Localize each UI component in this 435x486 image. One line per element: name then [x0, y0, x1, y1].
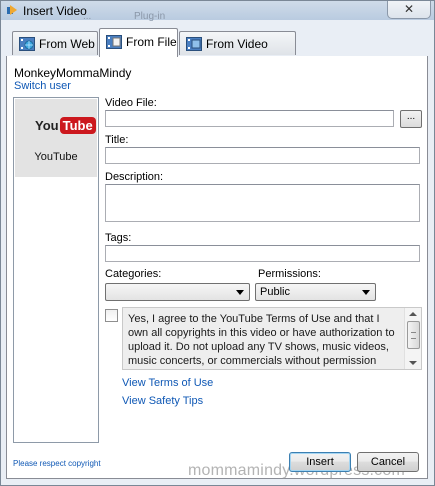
close-button[interactable]: ✕	[387, 1, 431, 19]
insert-button[interactable]: Insert	[289, 452, 351, 472]
title-input[interactable]	[105, 147, 420, 164]
chevron-down-icon	[362, 290, 370, 295]
agree-text: Yes, I agree to the YouTube Terms of Use…	[128, 313, 395, 367]
tags-input[interactable]	[105, 245, 420, 262]
tab-from-video-service[interactable]: From Video Service	[179, 31, 296, 75]
permissions-label: Permissions:	[258, 268, 321, 280]
user-name: MonkeyMommaMindy	[14, 66, 132, 80]
tab-label: From Web	[39, 37, 95, 51]
tab-from-web[interactable]: From Web	[12, 31, 98, 55]
scroll-up-icon[interactable]	[409, 312, 417, 316]
title-bar[interactable]: Insert Video ... Plug-in ✕	[1, 1, 434, 22]
video-file-label: Video File:	[105, 97, 157, 109]
categories-select[interactable]	[105, 283, 250, 301]
youtube-logo: You Tube	[35, 117, 96, 137]
scroll-thumb[interactable]	[407, 321, 420, 349]
permissions-value: Public	[260, 286, 290, 298]
terms-text-box: Yes, I agree to the YouTube Terms of Use…	[122, 307, 422, 370]
categories-label: Categories:	[105, 268, 162, 280]
scroll-down-icon[interactable]	[409, 361, 417, 365]
respect-copyright-link[interactable]: Please respect copyright	[13, 459, 101, 468]
tab-label: From File	[126, 35, 177, 49]
tags-label: Tags:	[105, 232, 132, 244]
title-label: Title:	[105, 134, 129, 146]
tab-strip: From Web From File From Video Service	[6, 28, 428, 75]
browse-button[interactable]: ...	[400, 110, 422, 128]
agree-checkbox[interactable]	[105, 309, 118, 322]
cancel-button[interactable]: Cancel	[357, 452, 419, 472]
description-textarea[interactable]	[105, 184, 420, 222]
background-ghost-text: Plug-in	[134, 11, 166, 22]
view-terms-link[interactable]: View Terms of Use	[122, 377, 213, 389]
service-item-youtube[interactable]: You Tube YouTube	[15, 99, 97, 177]
file-video-icon	[106, 35, 122, 49]
video-file-input[interactable]	[105, 110, 394, 127]
app-icon	[7, 5, 17, 15]
video-service-list: You Tube YouTube	[13, 97, 99, 443]
permissions-select[interactable]: Public	[255, 283, 376, 301]
tab-from-file[interactable]: From File	[99, 28, 178, 57]
chevron-down-icon	[236, 290, 244, 295]
switch-user-link[interactable]: Switch user	[14, 80, 71, 92]
view-safety-tips-link[interactable]: View Safety Tips	[122, 395, 203, 407]
window-title: Insert Video	[23, 4, 87, 18]
web-video-icon	[19, 37, 35, 51]
close-icon: ✕	[403, 2, 415, 16]
terms-scrollbar[interactable]	[404, 308, 421, 369]
background-ghost-text: ...	[83, 11, 92, 22]
service-label: YouTube	[34, 151, 78, 163]
video-service-icon	[186, 37, 202, 51]
description-label: Description:	[105, 171, 164, 183]
